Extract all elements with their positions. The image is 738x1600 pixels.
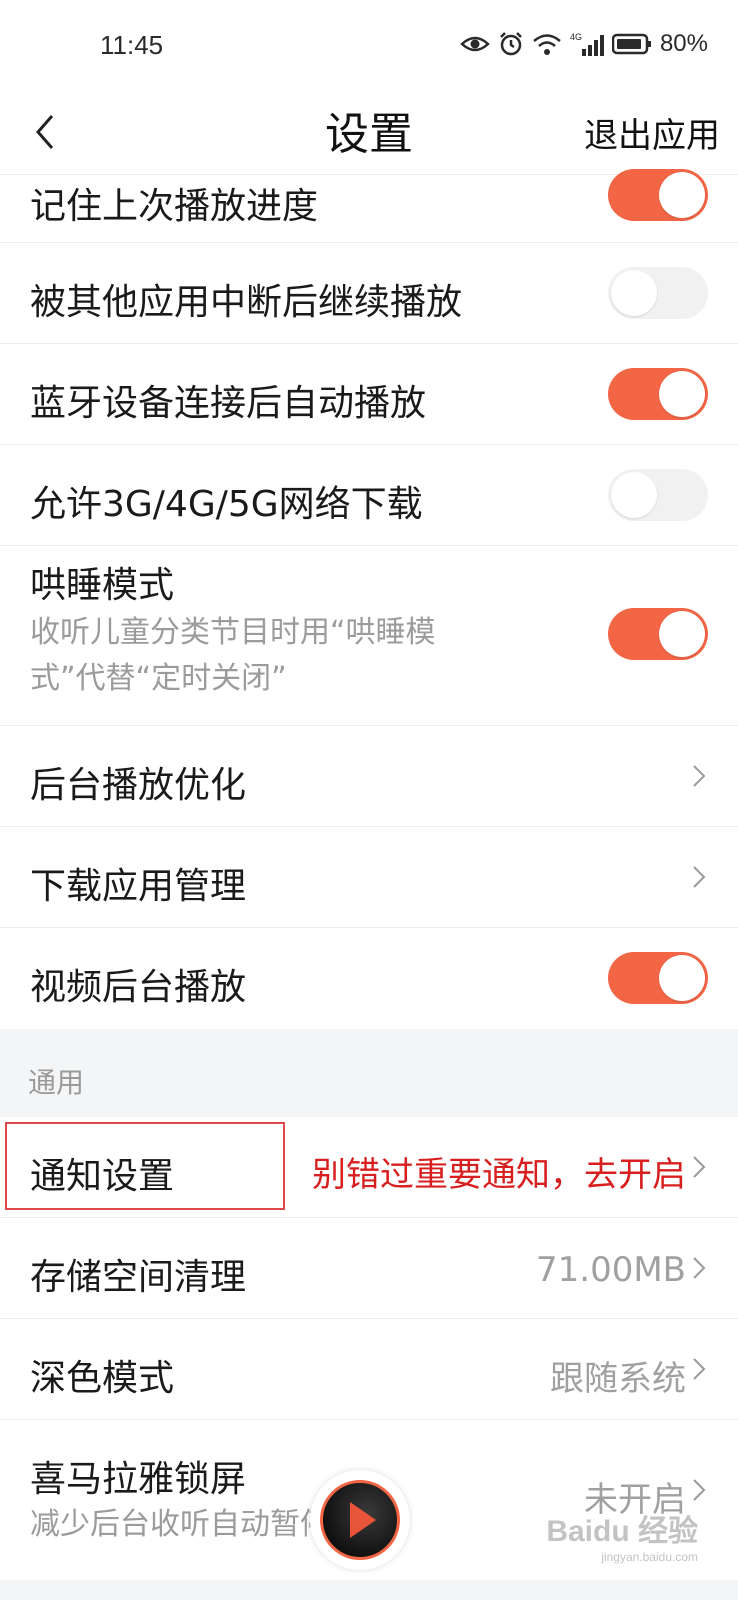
video-background-toggle[interactable] [608, 952, 708, 1004]
mini-player-button[interactable] [310, 1470, 410, 1570]
chevron-right-icon [693, 866, 706, 888]
setting-label: 后台播放优化 [30, 765, 247, 806]
setting-label: 记住上次播放进度 [30, 186, 319, 227]
alarm-icon [500, 32, 522, 56]
setting-description-line2: 式”代替“定时关闭” [30, 661, 287, 696]
watermark-sub: jingyan.baidu.com [601, 1550, 698, 1564]
setting-label: 深色模式 [30, 1358, 175, 1399]
setting-description-line1: 收听儿童分类节目时用“哄睡模 [30, 615, 436, 650]
setting-row-cellular-download[interactable]: 允许3G/4G/5G网络下载 [0, 445, 738, 546]
battery-percent: 80% [659, 30, 708, 57]
watermark: Baidu 经验 jingyan.baidu.com [546, 1506, 698, 1564]
setting-row-remember-progress[interactable]: 记住上次播放进度 [0, 169, 738, 243]
cellular-signal-icon: 4G [570, 32, 604, 56]
setting-row-background-optimization[interactable]: 后台播放优化 [0, 726, 738, 827]
status-bar: 11:45 4G 80% [0, 0, 738, 90]
setting-row-notifications[interactable]: 通知设置 别错过重要通知，去开启 [0, 1117, 738, 1218]
dark-mode-value: 跟随系统 [550, 1359, 686, 1399]
bluetooth-autoplay-toggle[interactable] [608, 368, 708, 420]
status-icons: 4G 80% [460, 30, 708, 58]
sleep-mode-toggle[interactable] [608, 608, 708, 660]
setting-row-video-background[interactable]: 视频后台播放 [0, 928, 738, 1029]
setting-row-download-manager[interactable]: 下载应用管理 [0, 827, 738, 928]
storage-size-value: 71.00MB [536, 1250, 686, 1290]
chevron-right-icon [693, 1479, 706, 1501]
status-time: 11:45 [100, 30, 164, 60]
wifi-icon [533, 34, 561, 55]
watermark-main: Baidu 经验 [546, 1515, 698, 1548]
eye-icon [460, 36, 490, 52]
setting-label: 哄睡模式 [30, 565, 175, 606]
setting-row-sleep-mode[interactable]: 哄睡模式 收听儿童分类节目时用“哄睡模 式”代替“定时关闭” [0, 546, 738, 726]
chevron-right-icon [693, 1156, 706, 1178]
setting-label: 下载应用管理 [30, 866, 247, 907]
setting-label: 被其他应用中断后继续播放 [30, 282, 463, 323]
section-header-general: 通用 [0, 1029, 738, 1117]
setting-label: 蓝牙设备连接后自动播放 [30, 383, 427, 424]
nav-bar: 设置 退出应用 [0, 90, 738, 175]
play-icon [350, 1502, 376, 1538]
resume-after-interrupt-toggle[interactable] [608, 267, 708, 319]
chevron-right-icon [693, 765, 706, 787]
setting-row-bluetooth-autoplay[interactable]: 蓝牙设备连接后自动播放 [0, 344, 738, 445]
settings-list: 记住上次播放进度 被其他应用中断后继续播放 蓝牙设备连接后自动播放 允许3G/4… [0, 169, 738, 1580]
setting-label: 通知设置 [30, 1156, 175, 1197]
remember-progress-toggle[interactable] [608, 169, 708, 221]
setting-row-storage-cleanup[interactable]: 存储空间清理 71.00MB [0, 1218, 738, 1319]
battery-icon [611, 33, 651, 55]
svg-text:4G: 4G [570, 32, 582, 42]
setting-row-resume-after-interrupt[interactable]: 被其他应用中断后继续播放 [0, 243, 738, 344]
setting-row-dark-mode[interactable]: 深色模式 跟随系统 [0, 1319, 738, 1420]
setting-label: 视频后台播放 [30, 967, 247, 1008]
exit-app-button[interactable]: 退出应用 [584, 108, 720, 157]
cellular-download-toggle[interactable] [608, 469, 708, 521]
setting-label: 存储空间清理 [30, 1257, 247, 1298]
notification-hint: 别错过重要通知，去开启 [312, 1155, 686, 1195]
section-title: 通用 [28, 1066, 85, 1099]
chevron-right-icon [693, 1358, 706, 1380]
chevron-right-icon [693, 1257, 706, 1279]
setting-label: 喜马拉雅锁屏 [30, 1459, 247, 1500]
setting-label: 允许3G/4G/5G网络下载 [30, 484, 423, 525]
